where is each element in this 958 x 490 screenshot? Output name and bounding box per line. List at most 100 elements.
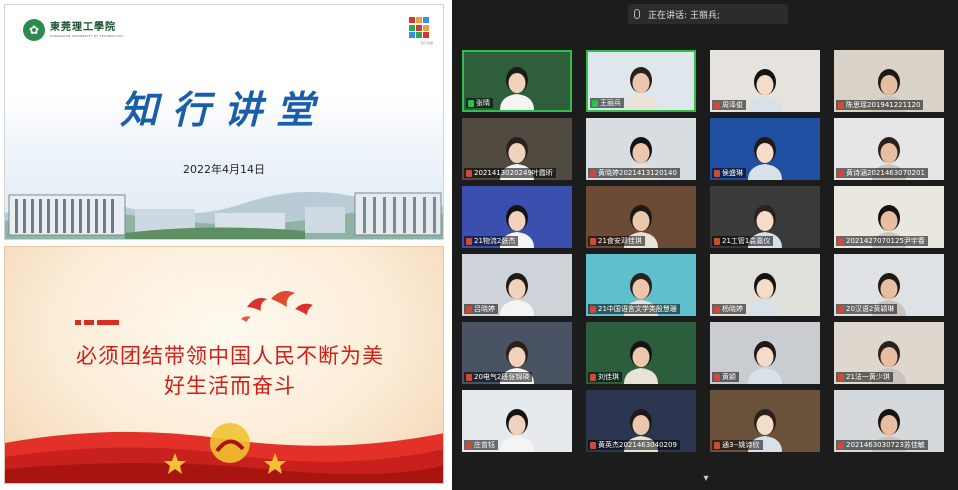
video-meeting-panel: 正在讲话: 王丽兵; 张晴 王丽兵 周泽俊 陈思瑶201941221120 202141…: [452, 0, 958, 490]
participant-name: 吕晓婷: [474, 305, 495, 313]
campus-illustration: [5, 191, 443, 239]
participant-tile[interactable]: 吕晓婷: [462, 254, 572, 316]
participant-name: 张晴: [476, 99, 490, 107]
participant-tile[interactable]: 庄曾钰: [462, 390, 572, 452]
university-seal-icon: ✿: [23, 19, 45, 41]
participant-video-feed: [500, 409, 534, 452]
participant-video-feed: [748, 137, 782, 180]
participant-name: 周泽俊: [722, 101, 743, 109]
microphone-icon: [634, 9, 640, 19]
participant-tile[interactable]: 21食安邓佳琪: [586, 186, 696, 248]
participant-tile[interactable]: 刘佳琪: [586, 322, 696, 384]
participant-name-tag: 黄颖: [712, 372, 739, 382]
muted-microphone-icon: [466, 373, 472, 381]
badge-caption: 知行讲堂: [420, 41, 433, 45]
university-name-cn: 東莞理工學院: [50, 21, 116, 33]
participant-name-tag: 20电气2班张锦瑛: [464, 372, 533, 382]
participant-name: 通3--姚诗欣: [722, 441, 760, 449]
participant-name: 王丽兵: [600, 99, 621, 107]
participant-tile[interactable]: 王丽兵: [586, 50, 696, 112]
participant-tile[interactable]: 陈思瑶201941221120: [834, 50, 944, 112]
participant-tile[interactable]: 21法一黄少琪: [834, 322, 944, 384]
participant-tile[interactable]: 黄颖: [710, 322, 820, 384]
muted-microphone-icon: [838, 441, 844, 449]
participant-tile[interactable]: 2021413020249叶霞昕: [462, 118, 572, 180]
participant-tile[interactable]: 21物流2张杰: [462, 186, 572, 248]
decorative-dashes: [75, 320, 119, 325]
muted-microphone-icon: [838, 373, 844, 381]
muted-microphone-icon: [592, 99, 598, 107]
muted-microphone-icon: [590, 237, 596, 245]
participant-name-tag: 陈思瑶201941221120: [836, 100, 924, 110]
participant-name-tag: 张晴: [466, 98, 493, 108]
participant-name-tag: 吕晓婷: [464, 304, 498, 314]
participant-video-feed: [748, 341, 782, 384]
participant-tile[interactable]: 黄诗涵2021463070201: [834, 118, 944, 180]
participant-video-feed: [500, 67, 534, 110]
participant-name-tag: 21食安邓佳琪: [588, 236, 645, 246]
muted-microphone-icon: [714, 169, 720, 177]
muted-microphone-icon: [714, 373, 720, 381]
participant-tile[interactable]: 周泽俊: [710, 50, 820, 112]
muted-microphone-icon: [466, 441, 472, 449]
participant-name: 黄英杰2021463040209: [598, 441, 677, 449]
participant-name: 庄曾钰: [474, 441, 495, 449]
participant-name-tag: 21法一黄少琪: [836, 372, 893, 382]
muted-microphone-icon: [466, 237, 472, 245]
participant-tile[interactable]: 侯盛琳: [710, 118, 820, 180]
participant-name-tag: 侯盛琳: [712, 168, 746, 178]
university-logo: ✿ 東莞理工學院 DONGGUAN UNIVERSITY OF TECHNOLO…: [23, 19, 123, 41]
muted-microphone-icon: [590, 169, 596, 177]
participant-name: 刘佳琪: [598, 373, 619, 381]
participant-name: 21食安邓佳琪: [598, 237, 642, 245]
participant-video-feed: [500, 273, 534, 316]
muted-microphone-icon: [590, 441, 596, 449]
participant-tile[interactable]: 20电气2班张锦瑛: [462, 322, 572, 384]
party-flag-illustration: [5, 423, 443, 483]
participant-name: 21中国语言文学类殷慧珊: [598, 305, 677, 313]
participant-name-tag: 21物流2张杰: [464, 236, 519, 246]
lecture-badge-icon: [409, 17, 431, 39]
participant-tile[interactable]: 张晴: [462, 50, 572, 112]
participant-tile[interactable]: 黄英杰2021463040209: [586, 390, 696, 452]
participant-name: 2021427070125尹宇春: [846, 237, 925, 245]
participant-name-tag: 20汉语2黄颖琳: [836, 304, 898, 314]
slogan-line-1: 必须团结带领中国人民不断为美: [76, 344, 384, 368]
participant-name-tag: 2021463030723苏佳敏: [836, 440, 928, 450]
participant-name-tag: 2021413020249叶霞昕: [464, 168, 556, 178]
lecture-title-slide: ✿ 東莞理工學院 DONGGUAN UNIVERSITY OF TECHNOLO…: [4, 4, 444, 240]
university-name-en: DONGGUAN UNIVERSITY OF TECHNOLOGY: [50, 33, 124, 38]
muted-microphone-icon: [590, 373, 596, 381]
participant-tile[interactable]: 通3--姚诗欣: [710, 390, 820, 452]
participant-name: 杨晓婷: [722, 305, 743, 313]
participant-name: 侯盛琳: [722, 169, 743, 177]
doves-icon: [241, 291, 313, 322]
participant-name-tag: 黄诗涵2021463070201: [836, 168, 928, 178]
muted-microphone-icon: [468, 99, 474, 107]
muted-microphone-icon: [714, 305, 720, 313]
muted-microphone-icon: [838, 237, 844, 245]
muted-microphone-icon: [714, 441, 720, 449]
participant-tile[interactable]: 2021427070125尹宇春: [834, 186, 944, 248]
participant-name-tag: 21中国语言文学类殷慧珊: [588, 304, 680, 314]
participant-name: 陈思瑶201941221120: [846, 101, 921, 109]
participant-tile[interactable]: 21中国语言文学类殷慧珊: [586, 254, 696, 316]
muted-microphone-icon: [838, 305, 844, 313]
participant-tile[interactable]: 21工管1袁嘉仪: [710, 186, 820, 248]
participant-name: 2021413020249叶霞昕: [474, 169, 553, 177]
muted-microphone-icon: [838, 101, 844, 109]
chevron-down-icon[interactable]: ▾: [696, 473, 716, 485]
muted-microphone-icon: [714, 237, 720, 245]
muted-microphone-icon: [590, 305, 596, 313]
muted-microphone-icon: [838, 169, 844, 177]
slogan-text: 必须团结带领中国人民不断为美 好生活而奋斗: [35, 341, 425, 401]
slide-title: 知行讲堂: [119, 87, 328, 132]
participant-tile[interactable]: 黄晓婷2021413120140: [586, 118, 696, 180]
participant-tile[interactable]: 杨晓婷: [710, 254, 820, 316]
participant-tile[interactable]: 2021463030723苏佳敏: [834, 390, 944, 452]
slogan-slide: 必须团结带领中国人民不断为美 好生活而奋斗: [4, 246, 444, 484]
participant-tile[interactable]: 20汉语2黄颖琳: [834, 254, 944, 316]
participant-name-tag: 周泽俊: [712, 100, 746, 110]
participant-name: 20电气2班张锦瑛: [474, 373, 530, 381]
participant-name-tag: 刘佳琪: [588, 372, 622, 382]
